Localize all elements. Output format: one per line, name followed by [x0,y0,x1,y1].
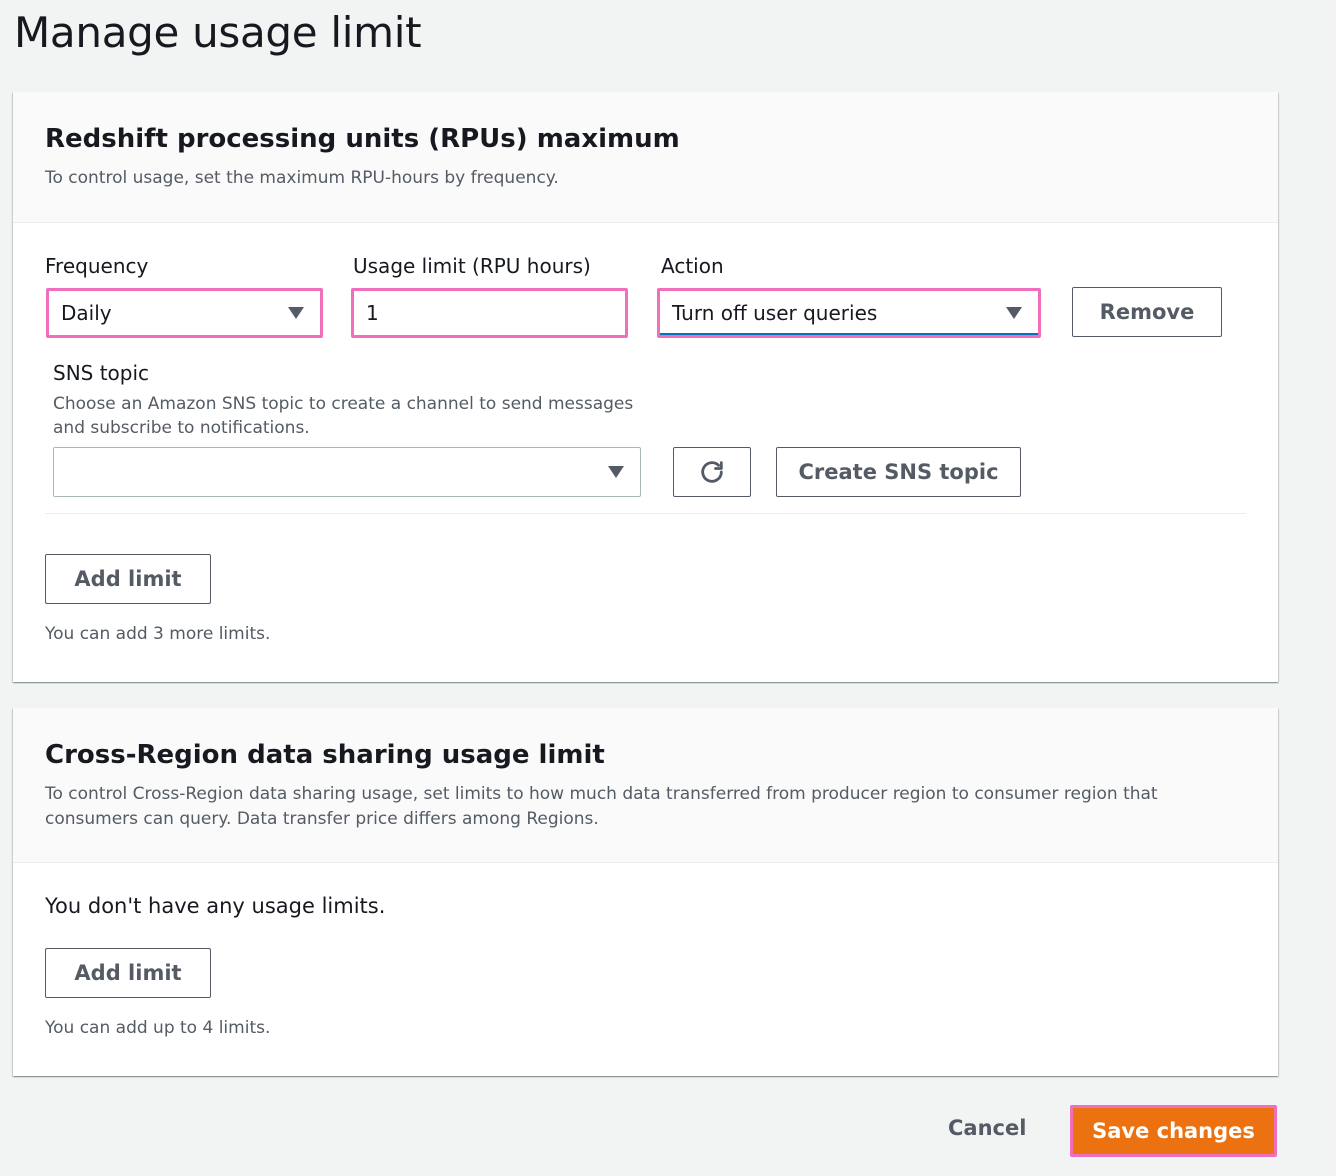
remove-button[interactable]: Remove [1072,287,1222,337]
cancel-button[interactable]: Cancel [948,1116,1026,1140]
rpu-section-description: To control usage, set the maximum RPU-ho… [45,168,559,188]
cross-region-panel-header: Cross-Region data sharing usage limit To… [13,708,1278,863]
cross-region-description-line1: To control Cross-Region data sharing usa… [45,784,1158,804]
refresh-icon [698,458,726,486]
add-limit-button[interactable]: Add limit [45,554,211,604]
action-select[interactable]: Turn off user queries [657,288,1041,338]
refresh-sns-button[interactable] [673,447,751,497]
save-changes-button[interactable]: Save changes [1070,1105,1277,1157]
page-title: Manage usage limit [14,8,422,57]
sns-topic-select[interactable] [53,447,641,497]
add-limit-button[interactable]: Add limit [45,948,211,998]
sns-topic-description-line1: Choose an Amazon SNS topic to create a c… [53,394,634,414]
rpu-panel-header: Redshift processing units (RPUs) maximum… [13,92,1278,223]
caret-down-icon [1006,307,1022,319]
rpu-panel: Redshift processing units (RPUs) maximum… [13,92,1278,682]
usage-limit-input[interactable]: 1 [351,288,628,338]
frequency-label: Frequency [45,254,149,278]
cross-region-panel: Cross-Region data sharing usage limit To… [13,708,1278,1076]
usage-limit-label: Usage limit (RPU hours) [353,254,591,278]
remaining-limits-hint: You can add 3 more limits. [45,624,271,644]
action-label: Action [661,254,724,278]
frequency-value: Daily [61,301,112,325]
divider [45,513,1246,514]
cross-region-section-title: Cross-Region data sharing usage limit [45,740,605,770]
remaining-limits-hint: You can add up to 4 limits. [45,1018,271,1038]
caret-down-icon [288,307,304,319]
sns-topic-label: SNS topic [53,361,150,385]
cross-region-description-line2: consumers can query. Data transfer price… [45,809,599,829]
usage-limit-value: 1 [366,301,379,325]
rpu-section-title: Redshift processing units (RPUs) maximum [45,124,680,154]
frequency-select[interactable]: Daily [46,288,323,338]
action-value: Turn off user queries [672,301,878,325]
create-sns-topic-button[interactable]: Create SNS topic [776,447,1021,497]
empty-usage-limits-text: You don't have any usage limits. [45,894,386,918]
sns-topic-description-line2: and subscribe to notifications. [53,418,310,438]
caret-down-icon [608,466,624,478]
